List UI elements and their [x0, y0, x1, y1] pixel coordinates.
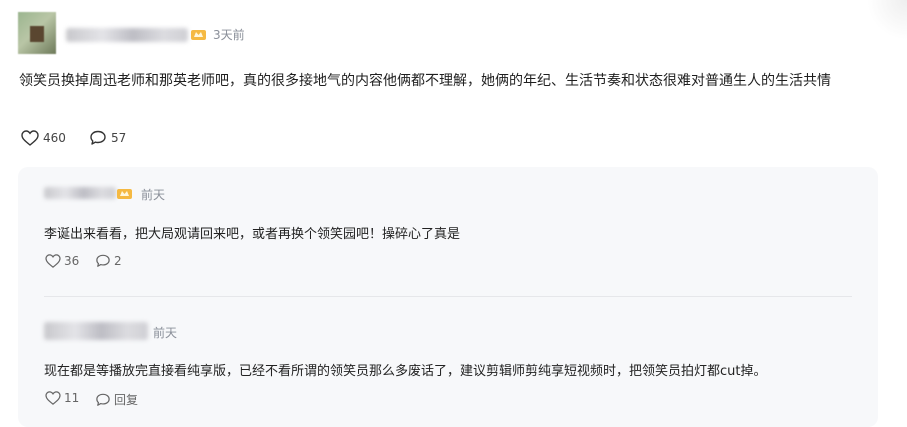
replies-panel [18, 167, 878, 427]
reply-like-count: 11 [64, 391, 80, 405]
reply-reply-button[interactable]: 回复 [95, 391, 138, 408]
comment-bubble-icon [96, 393, 110, 406]
user-name-blurred[interactable] [66, 28, 188, 42]
heart-icon [21, 130, 39, 146]
reply-label: 回复 [114, 393, 139, 407]
reply-time: 前天 [153, 326, 178, 340]
reply-like-button[interactable]: 36 [45, 254, 79, 268]
reply-button[interactable]: 57 [89, 130, 126, 146]
divider [44, 296, 852, 297]
like-count: 460 [43, 131, 66, 145]
reply-user-name-blurred[interactable] [44, 187, 116, 199]
heart-icon [45, 391, 61, 405]
reply-like-button[interactable]: 11 [45, 391, 79, 405]
reply-like-count: 36 [64, 254, 80, 268]
comment-time: 3天前 [213, 28, 245, 42]
reply-user-name-blurred[interactable] [44, 322, 148, 340]
reply-reply-count: 2 [114, 254, 122, 268]
vip-badge-icon [191, 30, 206, 40]
comment-bubble-icon [90, 130, 106, 145]
corner-shade [867, 0, 907, 40]
reply-count: 57 [111, 131, 127, 145]
heart-icon [45, 254, 61, 268]
like-button[interactable]: 460 [21, 130, 66, 146]
reply-text: 李诞出来看看，把大局观请回来吧，或者再换个领笑园吧！操碎心了真是 [44, 227, 461, 242]
reply-time: 前天 [141, 188, 166, 202]
comment-text: 领笑员换掉周迅老师和那英老师吧，真的很多接地气的内容他俩都不理解，她俩的年纪、生… [19, 73, 831, 89]
reply-reply-button[interactable]: 2 [95, 254, 122, 268]
reply-text: 现在都是等播放完直接看纯享版，已经不看所谓的领笑员那么多废话了，建议剪辑师剪纯享… [44, 364, 767, 379]
vip-badge-icon [117, 189, 132, 199]
avatar[interactable] [18, 12, 56, 54]
comment-bubble-icon [96, 254, 110, 267]
